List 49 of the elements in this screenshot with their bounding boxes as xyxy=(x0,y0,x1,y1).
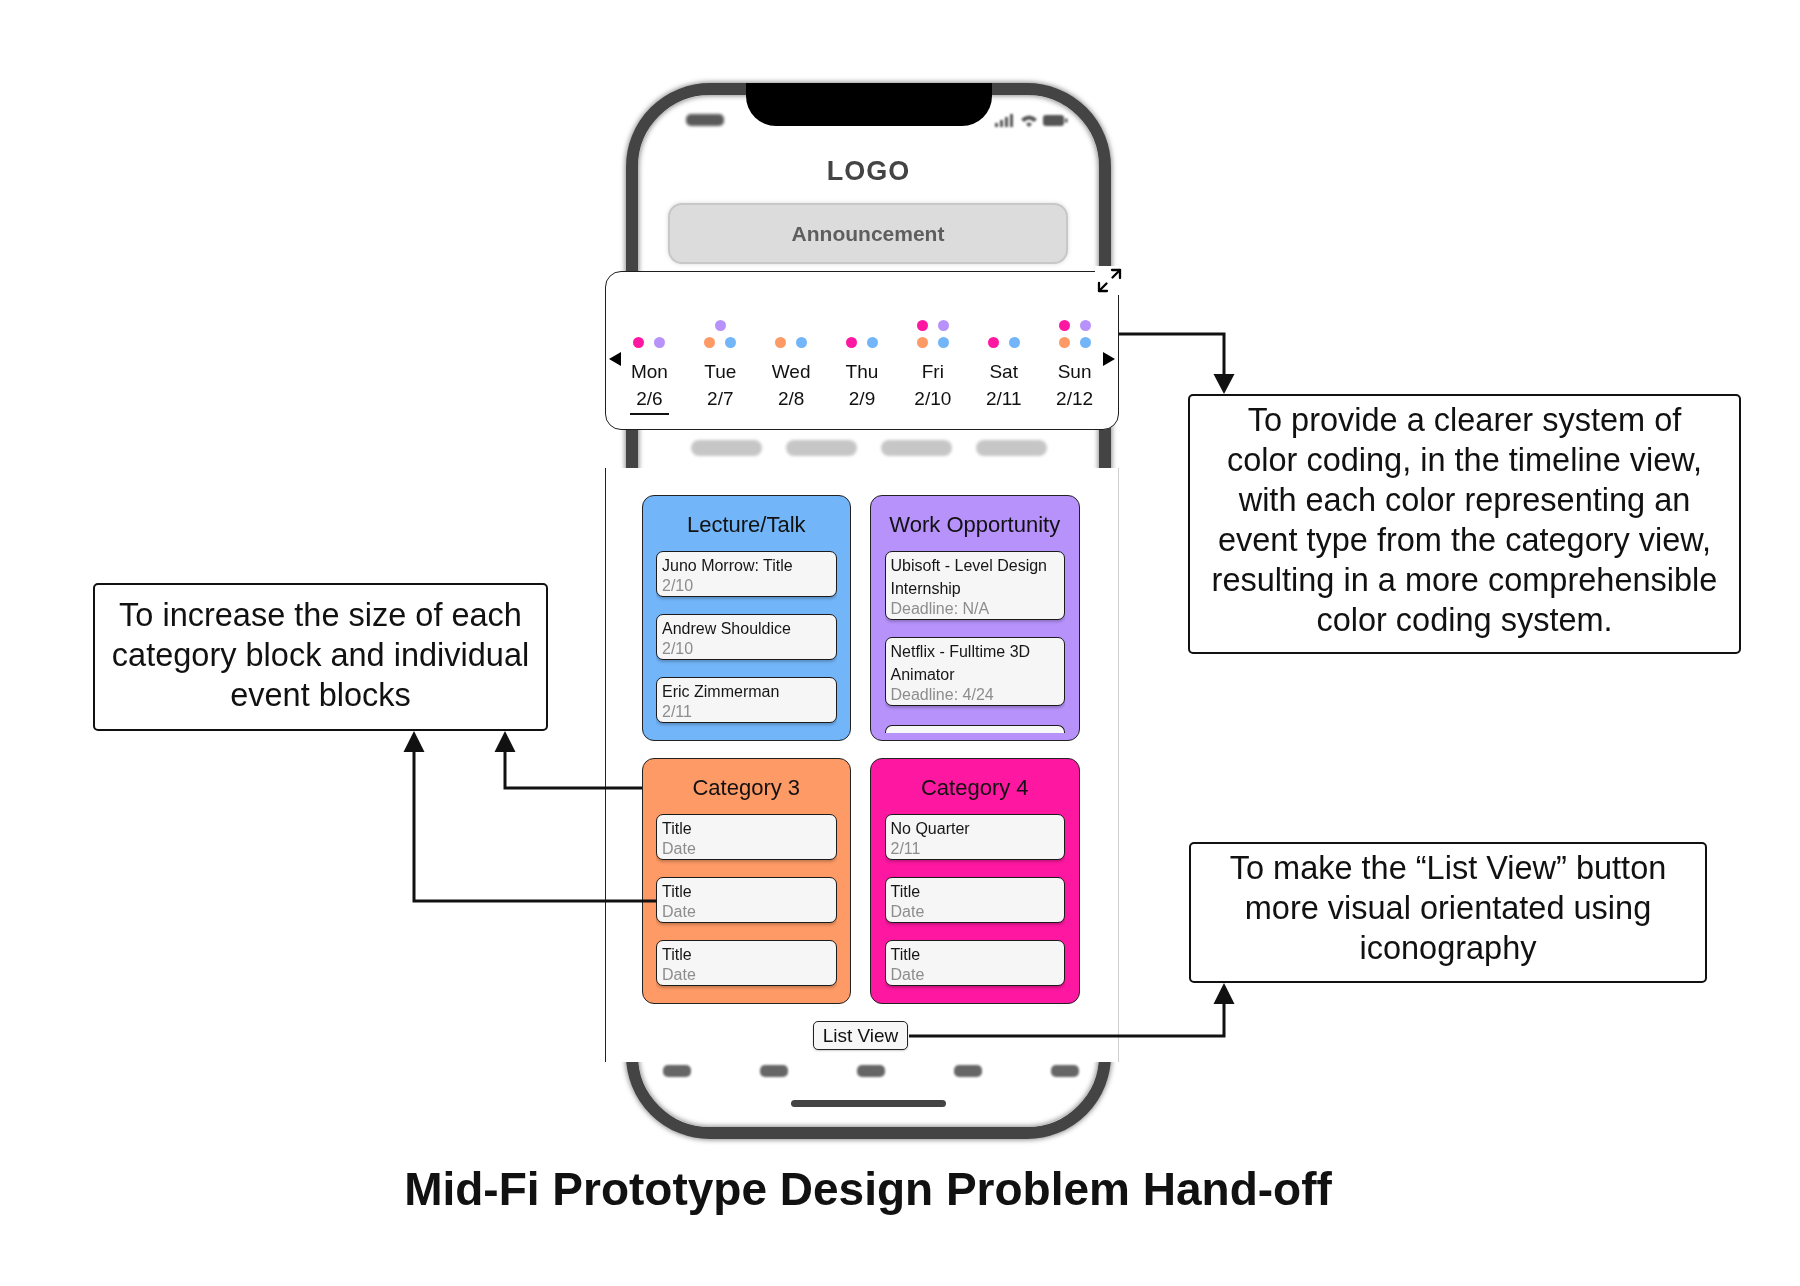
day-tab[interactable]: Thu 2/9 xyxy=(842,320,882,415)
day-tab[interactable]: Fri 2/10 xyxy=(908,320,958,415)
event-date: Deadline: 4/24 xyxy=(890,685,994,703)
event-date: 2/10 xyxy=(662,576,694,594)
event-date: Deadline: N/A xyxy=(890,599,990,617)
day-tab[interactable]: Wed 2/8 xyxy=(771,320,811,415)
day-tab[interactable]: Mon 2/6 xyxy=(630,320,669,415)
category-title: Lecture/Talk xyxy=(686,512,806,538)
event-title: Juno Morrow: Title xyxy=(662,555,793,576)
event-title: Title xyxy=(662,818,692,839)
event-title: Ubisoft - Level Design Internship xyxy=(890,555,1048,599)
annotation-note: To provide a clearer system of color coding, in the timeline view, with each color representing an event type from the category view, resulting in a more comprehensible color coding system. xyxy=(1188,394,1741,654)
event-title: Title xyxy=(890,944,921,965)
event-date: 2/10 xyxy=(662,639,694,657)
category-title: Work Opportunity xyxy=(889,512,1061,538)
event-title: Title xyxy=(890,881,921,902)
event-date: Date xyxy=(662,839,696,857)
nav-icon[interactable] xyxy=(1048,1064,1082,1078)
left-caret-icon[interactable] xyxy=(609,351,621,366)
event-title: Eric Zimmerman xyxy=(662,681,780,702)
nav-icon[interactable] xyxy=(757,1064,791,1078)
nav-icon[interactable] xyxy=(660,1064,694,1078)
day-tab[interactable]: Sat 2/11 xyxy=(979,320,1028,415)
signal-battery-icon xyxy=(995,114,1068,127)
right-caret-icon[interactable] xyxy=(1103,351,1115,366)
event-title: Title xyxy=(662,944,692,965)
event-title: Netflix - Fulltime 3D Animator xyxy=(890,641,1032,685)
event-date: Date xyxy=(890,965,925,983)
logo-text: LOGO xyxy=(826,156,911,186)
announcement-banner: Announcement xyxy=(668,203,1068,264)
nav-icon[interactable] xyxy=(951,1064,985,1078)
slide-title: Mid-Fi Prototype Design Problem Hand-off xyxy=(404,1162,1332,1217)
event-date: 2/11 xyxy=(890,839,921,857)
event-date: Date xyxy=(662,902,696,920)
event-date: Date xyxy=(890,902,925,920)
blurred-status-time xyxy=(686,114,724,126)
event-date: 2/11 xyxy=(662,702,692,720)
category-title: Category 3 xyxy=(692,775,801,801)
day-tab[interactable]: Sun 2/12 xyxy=(1050,320,1100,415)
category-title: Category 4 xyxy=(920,775,1029,801)
event-date: Date xyxy=(662,965,696,983)
list-view-button[interactable]: List View xyxy=(813,1021,908,1050)
day-tab[interactable]: Tue 2/7 xyxy=(701,320,740,415)
annotation-note: To increase the size of each category block and individual event blocks xyxy=(93,583,548,731)
event-title: Andrew Shouldice xyxy=(662,618,791,639)
event-title: No Quarter xyxy=(890,818,970,839)
nav-icon[interactable] xyxy=(854,1064,888,1078)
annotation-note: To make the “List View” button more visual orientated using iconography xyxy=(1189,842,1707,983)
event-title: Title xyxy=(662,881,692,902)
